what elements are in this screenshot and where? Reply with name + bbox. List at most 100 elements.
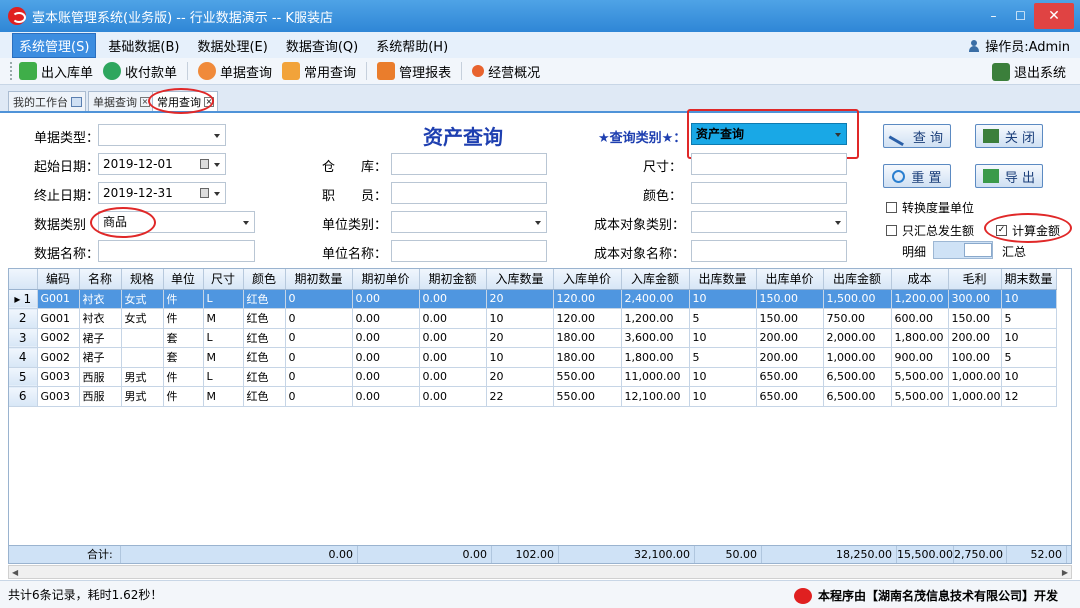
exit-system-button[interactable]: 退出系统 <box>991 62 1066 81</box>
table-cell[interactable]: 120.00 <box>553 308 622 329</box>
tab-my-workbench[interactable]: 我的工作台 <box>8 91 86 111</box>
table-cell[interactable]: L <box>203 289 244 309</box>
table-cell[interactable]: 0.00 <box>419 308 487 329</box>
column-header[interactable]: 出库数量 <box>689 269 757 290</box>
table-cell[interactable]: 200.00 <box>756 347 824 368</box>
end-date-picker[interactable]: 2019-12-31 <box>98 182 226 204</box>
table-cell[interactable] <box>121 328 164 348</box>
table-cell[interactable]: 5 <box>689 308 757 329</box>
query-button[interactable]: 查 询 <box>883 124 951 148</box>
column-header[interactable]: 期末数量 <box>1001 269 1057 290</box>
table-cell[interactable]: 5 <box>1001 308 1057 329</box>
tb-payment-bill-button[interactable]: 收付款单 <box>103 62 177 81</box>
size-input[interactable] <box>691 153 847 175</box>
unit-category-select[interactable] <box>391 211 547 233</box>
column-header[interactable]: 出库单价 <box>756 269 824 290</box>
table-cell[interactable]: 750.00 <box>823 308 892 329</box>
column-header[interactable]: 成本 <box>891 269 949 290</box>
table-cell[interactable]: 10 <box>1001 328 1057 348</box>
table-cell[interactable]: 女式 <box>121 289 164 309</box>
table-cell[interactable]: L <box>203 367 244 387</box>
table-row[interactable]: ▸ 1 G001 衬衣 女式件 L 红色 0 0.00 0.00 20 120.00 2,400.00 1… <box>9 289 1057 309</box>
column-header[interactable]: 单位 <box>163 269 204 290</box>
table-cell[interactable]: 12 <box>1001 386 1057 407</box>
table-cell[interactable]: 套 <box>163 328 204 348</box>
table-cell[interactable]: 120.00 <box>553 289 622 309</box>
column-header[interactable]: 出库金额 <box>823 269 892 290</box>
only-summary-checkbox[interactable]: 只汇总发生额 <box>886 222 974 239</box>
table-cell[interactable]: 西服 <box>79 386 122 407</box>
table-cell[interactable]: 1,200.00 <box>891 289 949 309</box>
export-button[interactable]: 导 出 <box>975 164 1043 188</box>
tab-close-icon[interactable]: × <box>204 96 214 107</box>
table-cell[interactable]: 0.00 <box>352 308 420 329</box>
table-cell[interactable]: 0.00 <box>419 347 487 368</box>
table-cell[interactable]: 10 <box>1001 289 1057 309</box>
start-date-picker[interactable]: 2019-12-01 <box>98 153 226 175</box>
column-header[interactable]: 入库数量 <box>486 269 554 290</box>
table-cell[interactable]: G002 <box>37 328 80 348</box>
table-cell[interactable]: 12,100.00 <box>621 386 690 407</box>
table-cell[interactable]: 0.00 <box>352 328 420 348</box>
unit-name-input[interactable] <box>391 240 547 262</box>
tb-management-report-button[interactable]: 管理报表 <box>377 62 451 81</box>
table-cell[interactable]: 550.00 <box>553 386 622 407</box>
table-cell[interactable]: 1,800.00 <box>621 347 690 368</box>
tab-bill-query[interactable]: 单据查询 × <box>88 91 154 111</box>
scroll-left-icon[interactable]: ◀ <box>12 568 18 577</box>
table-cell[interactable]: 300.00 <box>948 289 1002 309</box>
table-cell[interactable]: G003 <box>37 386 80 407</box>
column-header[interactable]: 期初单价 <box>352 269 420 290</box>
table-cell[interactable]: 裙子 <box>79 347 122 368</box>
table-cell[interactable]: 裙子 <box>79 328 122 348</box>
minimize-button[interactable]: – <box>980 4 1007 28</box>
table-cell[interactable]: 180.00 <box>553 328 622 348</box>
table-cell[interactable]: 红色 <box>243 367 286 387</box>
table-cell[interactable]: 1,200.00 <box>621 308 690 329</box>
table-cell[interactable]: 10 <box>486 308 554 329</box>
table-cell[interactable]: M <box>203 347 244 368</box>
horizontal-scrollbar[interactable]: ◀ ▶ <box>8 565 1072 579</box>
table-cell[interactable]: G003 <box>37 367 80 387</box>
table-cell[interactable]: 1,000.00 <box>823 347 892 368</box>
table-cell[interactable]: 0 <box>285 308 353 329</box>
table-cell[interactable]: M <box>203 386 244 407</box>
table-cell[interactable]: 0.00 <box>352 289 420 309</box>
tb-common-query-button[interactable]: 常用查询 <box>282 62 356 81</box>
table-cell[interactable]: 0.00 <box>419 328 487 348</box>
column-header[interactable]: 颜色 <box>243 269 286 290</box>
table-cell[interactable]: 套 <box>163 347 204 368</box>
table-row[interactable]: 2 G001 衬衣 女式件 M 红色 0 0.00 0.00 10 120.00 1,200.00 5 1… <box>9 308 1057 329</box>
table-cell[interactable]: 10 <box>689 289 757 309</box>
table-cell[interactable]: 2,000.00 <box>823 328 892 348</box>
table-cell[interactable]: 红色 <box>243 308 286 329</box>
table-row[interactable]: 4 G002 裙子套 M 红色 0 0.00 0.00 10 180.00 1,800.00 5 200… <box>9 347 1057 368</box>
column-header[interactable]: 入库单价 <box>553 269 622 290</box>
table-cell[interactable]: 红色 <box>243 386 286 407</box>
menu-system-manage[interactable]: 系统管理(S) <box>12 32 97 58</box>
maximize-button[interactable]: ☐ <box>1007 4 1034 28</box>
table-row[interactable]: 3 G002 裙子套 L 红色 0 0.00 0.00 20 180.00 3,600.00 10 20… <box>9 328 1057 348</box>
table-cell[interactable]: 0.00 <box>419 367 487 387</box>
table-cell[interactable]: 0 <box>285 367 353 387</box>
table-cell[interactable]: 180.00 <box>553 347 622 368</box>
warehouse-input[interactable] <box>391 153 547 175</box>
table-cell[interactable]: 红色 <box>243 328 286 348</box>
table-cell[interactable]: 650.00 <box>756 367 824 387</box>
column-header[interactable]: 名称 <box>79 269 122 290</box>
table-cell[interactable]: 0.00 <box>352 386 420 407</box>
table-cell[interactable]: 6,500.00 <box>823 386 892 407</box>
table-cell[interactable]: 0.00 <box>419 386 487 407</box>
table-cell[interactable]: 件 <box>163 367 204 387</box>
tb-bill-query-button[interactable]: 单据查询 <box>198 62 272 81</box>
query-type-select[interactable]: 资产查询 <box>691 123 847 145</box>
table-cell[interactable]: 5,500.00 <box>891 386 949 407</box>
table-row[interactable]: 5 G003 西服 男式件 L 红色 0 0.00 0.00 20 550.00 11,000.00 1… <box>9 367 1057 387</box>
table-cell[interactable]: 150.00 <box>948 308 1002 329</box>
table-cell[interactable]: 衬衣 <box>79 308 122 329</box>
table-cell[interactable]: 0 <box>285 289 353 309</box>
column-header[interactable]: 毛利 <box>948 269 1002 290</box>
table-cell[interactable]: 22 <box>486 386 554 407</box>
table-cell[interactable]: 男式 <box>121 367 164 387</box>
table-cell[interactable]: 6,500.00 <box>823 367 892 387</box>
